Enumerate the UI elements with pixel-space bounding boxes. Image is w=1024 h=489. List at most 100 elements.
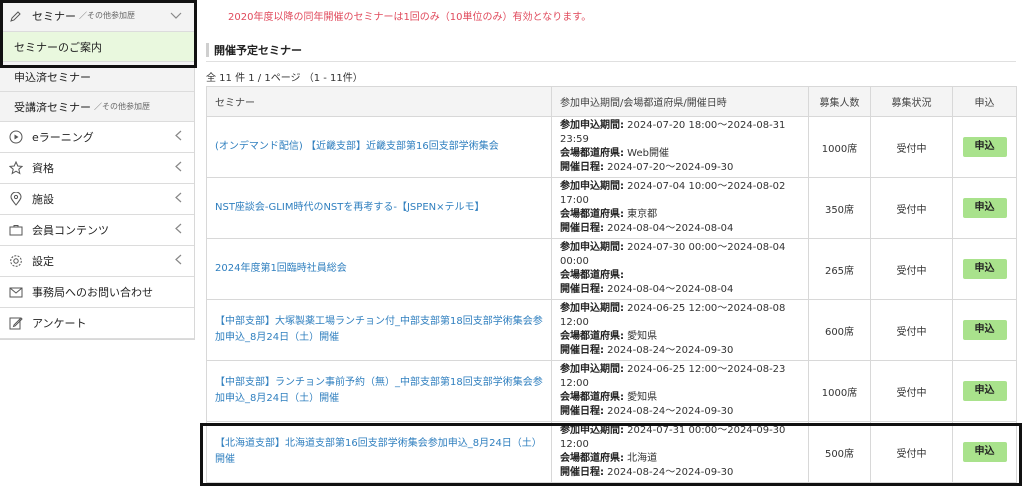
result-count: 全 11 件 1 / 1ページ （1 - 11件） [206,73,363,84]
sidebar-item-label: セミナー [32,9,76,23]
date-line: 開催日程: 2024-08-04～2024-08-04 [560,283,800,297]
seminar-title-link[interactable]: 【中部支部】ランチョン事前予約（無）_中部支部第18回支部学術集会参加申込_8月… [215,377,543,404]
gear-icon [8,253,24,269]
info-cell: 参加申込期間: 2024-07-04 10:00～2024-08-02 17:0… [551,177,809,239]
date-label: 開催日程: [560,467,604,478]
envelope-icon [8,284,24,300]
apply-button[interactable]: 申込 [962,137,1007,157]
period-label: 参加申込期間: [560,425,624,436]
sidebar-sub-seminar-guide[interactable]: セミナーのご案内 [0,32,194,62]
sidebar-item-label: 設定 [32,255,54,268]
pencil-icon [8,8,24,24]
apply-button[interactable]: 申込 [962,320,1007,340]
pref-label: 会場都道府県: [560,331,624,342]
sidebar-item-seminar[interactable]: セミナー ／その他参加歴 [0,0,194,32]
column-header-info: 参加申込期間/会場都道府県/開催日時 [551,86,809,117]
apply-button[interactable]: 申込 [962,381,1007,401]
pref-line: 会場都道府県: 愛知県 [560,391,800,405]
sidebar-sub-sublabel: ／その他参加歴 [94,102,150,111]
table-row: 2024年度第1回臨時社員総会 参加申込期間: 2024-07-30 00:00～… [206,238,1017,300]
seminar-title-link[interactable]: 【中部支部】大塚製薬工場ランチョン付_中部支部第18回支部学術集会参加申込_8月… [215,316,543,343]
pref-label: 会場都道府県: [560,209,624,220]
date-line: 開催日程: 2024-08-24～2024-09-30 [560,466,800,480]
notice-text: 2020年度以降の同年開催のセミナーは1回のみ（10単位のみ）有効となります。 [228,12,592,23]
date-label: 開催日程: [560,162,604,173]
seminar-cell: NST座談会-GLIM時代のNSTを再考する-【JSPEN×テルモ】 [206,177,552,239]
pref-label: 会場都道府県: [560,392,624,403]
sidebar-item-qualification[interactable]: 資格 [0,153,194,184]
pref-label: 会場都道府県: [560,148,624,159]
date-value: 2024-07-20～2024-09-30 [604,162,734,173]
chevron-left-icon [175,161,182,175]
table-header-row: セミナー 参加申込期間/会場都道府県/開催日時 募集人数 募集状況 申込 [206,86,1017,117]
period-line: 参加申込期間: 2024-07-31 00:00～2024-09-30 12:0… [560,424,800,452]
capacity-cell: 350席 [808,177,871,239]
edit-note-icon [8,315,24,331]
table-row: 【中部支部】ランチョン事前予約（無）_中部支部第18回支部学術集会参加申込_8月… [206,360,1017,422]
pref-value: 北海道 [624,453,658,464]
apply-button[interactable]: 申込 [962,198,1007,218]
apply-cell: 申込 [952,360,1017,422]
column-header-status: 募集状況 [870,86,953,117]
status-cell: 受付中 [870,299,953,361]
sidebar-item-label: 資格 [32,162,54,175]
period-line: 参加申込期間: 2024-07-20 18:00～2024-08-31 23:5… [560,119,800,147]
seminar-title-link[interactable]: NST座談会-GLIM時代のNSTを再考する-【JSPEN×テルモ】 [215,202,485,213]
info-cell: 参加申込期間: 2024-07-20 18:00～2024-08-31 23:5… [551,116,809,178]
section-title: 開催予定セミナー [206,38,1016,62]
column-header-apply: 申込 [952,86,1017,117]
seminar-title-link[interactable]: (オンデマンド配信) 【近畿支部】近畿支部第16回支部学術集会 [215,141,499,152]
table-row: NST座談会-GLIM時代のNSTを再考する-【JSPEN×テルモ】 参加申込期間… [206,177,1017,239]
sidebar-sub-attended-seminars[interactable]: 受講済セミナー ／その他参加歴 [0,92,194,122]
sidebar-item-sublabel: ／その他参加歴 [79,11,135,20]
info-cell: 参加申込期間: 2024-07-31 00:00～2024-09-30 12:0… [551,421,809,483]
apply-button[interactable]: 申込 [962,442,1007,462]
status-cell: 受付中 [870,238,953,300]
pref-line: 会場都道府県: Web開催 [560,147,800,161]
capacity-cell: 600席 [808,299,871,361]
table-row: 【北海道支部】北海道支部第16回支部学術集会参加申込_8月24日（土）開催 参加申… [206,421,1017,483]
period-label: 参加申込期間: [560,181,624,192]
date-value: 2024-08-24～2024-09-30 [604,467,734,478]
period-label: 参加申込期間: [560,242,624,253]
capacity-cell: 1000席 [808,116,871,178]
seminar-title-link[interactable]: 2024年度第1回臨時社員総会 [215,263,347,274]
date-value: 2024-08-24～2024-09-30 [604,406,734,417]
date-label: 開催日程: [560,223,604,234]
chevron-left-icon [175,192,182,206]
sidebar-item-label: 会員コンテンツ [32,224,109,237]
sidebar-item-facility[interactable]: 施設 [0,184,194,215]
sidebar-item-elearning[interactable]: eラーニング [0,122,194,153]
pref-label: 会場都道府県: [560,453,624,464]
seminar-cell: 2024年度第1回臨時社員総会 [206,238,552,300]
capacity-cell: 265席 [808,238,871,300]
info-cell: 参加申込期間: 2024-06-25 12:00～2024-08-08 12:0… [551,299,809,361]
status-cell: 受付中 [870,177,953,239]
date-value: 2024-08-04～2024-08-04 [604,284,734,295]
sidebar-item-label: 施設 [32,193,54,206]
date-line: 開催日程: 2024-08-24～2024-09-30 [560,344,800,358]
date-value: 2024-08-04～2024-08-04 [604,223,734,234]
sidebar-sub-applied-seminars[interactable]: 申込済セミナー [0,62,194,92]
pref-value: 愛知県 [624,331,658,342]
seminar-cell: 【北海道支部】北海道支部第16回支部学術集会参加申込_8月24日（土）開催 [206,421,552,483]
seminar-cell: 【中部支部】ランチョン事前予約（無）_中部支部第18回支部学術集会参加申込_8月… [206,360,552,422]
capacity-cell: 500席 [808,421,871,483]
status-cell: 受付中 [870,116,953,178]
sidebar-item-survey[interactable]: アンケート [0,308,194,339]
sidebar-item-settings[interactable]: 設定 [0,246,194,277]
chevron-left-icon [175,130,182,144]
seminar-title-link[interactable]: 【北海道支部】北海道支部第16回支部学術集会参加申込_8月24日（土）開催 [215,438,542,465]
period-line: 参加申込期間: 2024-06-25 12:00～2024-08-23 12:0… [560,363,800,391]
status-cell: 受付中 [870,360,953,422]
apply-button[interactable]: 申込 [962,259,1007,279]
sidebar-item-member-contents[interactable]: 会員コンテンツ [0,215,194,246]
table-row: (オンデマンド配信) 【近畿支部】近畿支部第16回支部学術集会 参加申込期間: 2… [206,116,1017,178]
period-line: 参加申込期間: 2024-06-25 12:00～2024-08-08 12:0… [560,302,800,330]
pref-value: Web開催 [624,148,669,159]
date-line: 開催日程: 2024-08-04～2024-08-04 [560,222,800,236]
map-pin-icon [8,191,24,207]
pref-line: 会場都道府県: 東京都 [560,208,800,222]
sidebar-item-label: eラーニング [32,131,94,144]
sidebar-item-contact[interactable]: 事務局へのお問い合わせ [0,277,194,308]
